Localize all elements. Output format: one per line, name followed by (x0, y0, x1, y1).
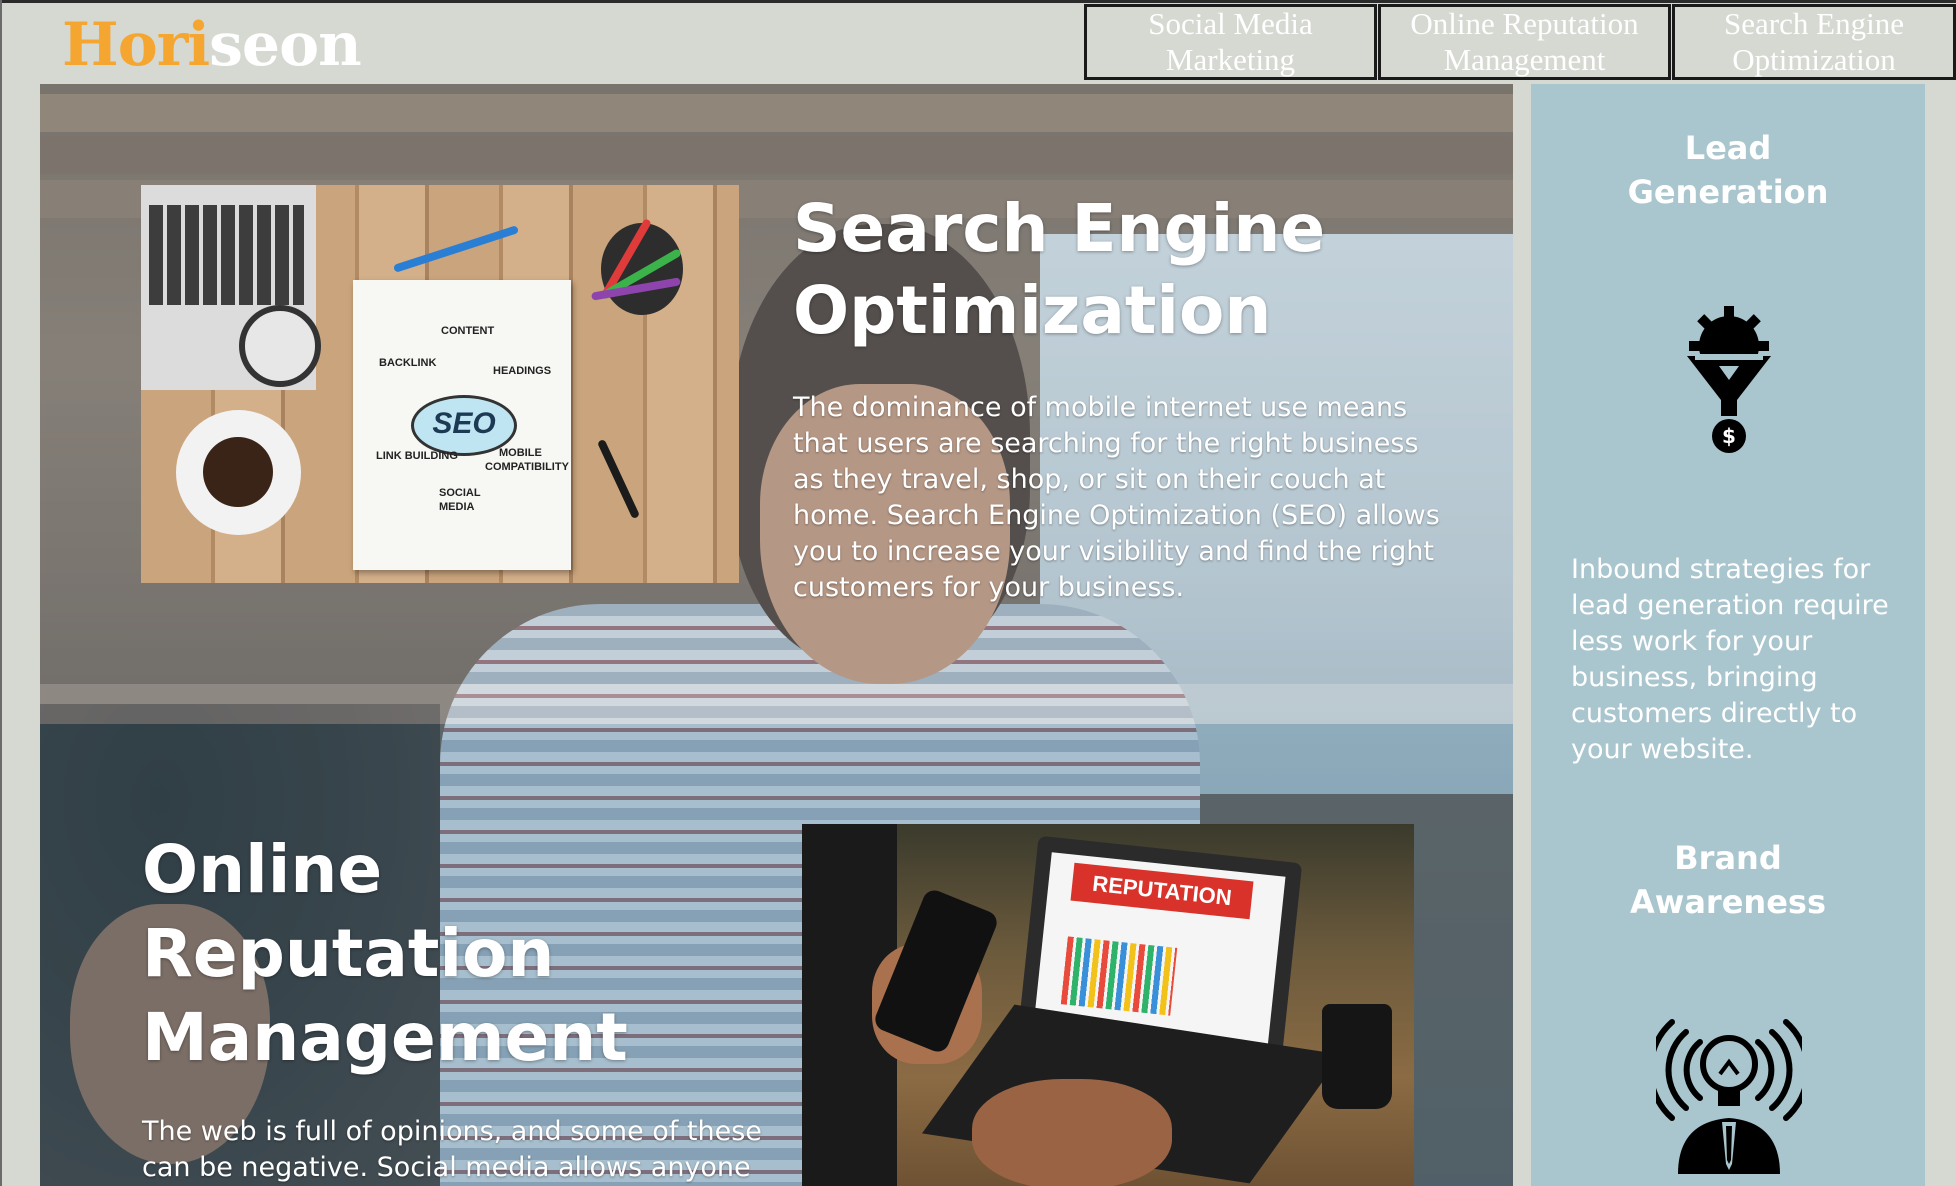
window-left-border (0, 0, 2, 1186)
seo-heading: Search Engine Optimization (793, 188, 1325, 352)
lead-generation-title: Lead Generation (1531, 126, 1925, 214)
text-line: less work for your (1571, 626, 1813, 657)
keyboard-illustration (149, 205, 304, 305)
seo-word: MEDIA (439, 501, 475, 513)
reputation-image: REPUTATION (802, 824, 1414, 1186)
paragraph-line: can be negative. Social media allows any… (142, 1152, 751, 1183)
svg-text:$: $ (1722, 424, 1736, 448)
seo-word: HEADINGS (493, 365, 552, 377)
text-line: your website. (1571, 734, 1754, 765)
bar-chart-illustration (1060, 936, 1178, 1016)
pen-illustration (392, 225, 520, 273)
text-line: Inbound strategies for (1571, 554, 1871, 585)
seo-word: BACKLINK (379, 357, 437, 369)
cup-illustration (1322, 1004, 1392, 1109)
window-top-border (0, 0, 1956, 3)
lead-generation-text: Inbound strategies for lead generation r… (1571, 552, 1901, 768)
logo-part-orange: Hori (62, 10, 210, 80)
seo-word: CONTENT (441, 325, 495, 337)
paragraph-line: The dominance of mobile internet use mea… (793, 392, 1408, 423)
title-line: Generation (1627, 173, 1829, 211)
orm-heading: Online Reputation Management (142, 828, 628, 1080)
text-line: lead generation require (1571, 590, 1889, 621)
orm-heading-line: Online (142, 831, 383, 908)
paragraph-line: that users are searching for the right b… (793, 428, 1419, 459)
text-line: business, bringing (1571, 662, 1818, 693)
seo-word: COMPATIBILITY (485, 461, 569, 473)
seo-heading-line: Search Engine (793, 190, 1326, 267)
logo-part-white: seon (209, 10, 362, 80)
nav-online-reputation-management[interactable]: Online Reputation Management (1378, 4, 1671, 80)
title-line: Awareness (1630, 883, 1826, 921)
nav-social-media-marketing[interactable]: Social Media Marketing (1084, 4, 1377, 80)
nav-label-line: Online Reputation (1410, 6, 1639, 41)
hand-illustration (972, 1079, 1172, 1186)
nav-label-line: Management (1443, 42, 1606, 77)
paragraph-line: home. Search Engine Optimization (SEO) a… (793, 500, 1440, 531)
paragraph-line: The web is full of opinions, and some of… (142, 1116, 762, 1147)
brand-awareness-icon (1647, 1014, 1811, 1174)
nav-search-engine-optimization[interactable]: Search Engine Optimization (1672, 4, 1956, 80)
nav-label-line: Optimization (1732, 42, 1896, 77)
overlay-band (40, 684, 1513, 724)
nav-label-line: Social Media (1148, 6, 1313, 41)
brand-awareness-title: Brand Awareness (1531, 836, 1925, 924)
lead-generation-icon: $ (1681, 304, 1777, 454)
paragraph-line: customers for your business. (793, 572, 1185, 603)
coffee-illustration (203, 437, 273, 507)
pen-illustration (596, 438, 641, 520)
paragraph-line: you to increase your visibility and find… (793, 536, 1434, 567)
orm-heading-line: Reputation (142, 915, 555, 992)
seo-word: MOBILE (499, 447, 542, 459)
text-line: customers directly to (1571, 698, 1858, 729)
seo-word: LINK BUILDING (376, 450, 458, 462)
orm-heading-line: Management (142, 999, 628, 1076)
seo-heading-line: Optimization (793, 272, 1272, 349)
site-logo[interactable]: Horiseon (62, 6, 362, 84)
seo-word: SOCIAL (439, 487, 481, 499)
magnifier-illustration (239, 305, 321, 387)
page-right-margin (1925, 84, 1956, 1186)
title-line: Lead (1684, 129, 1772, 167)
benefits-sidebar: Lead Generation $ Inbound strategies for… (1531, 84, 1925, 1186)
nav-label-line: Search Engine (1724, 6, 1904, 41)
nav-label-line: Marketing (1165, 42, 1296, 77)
paragraph-line: as they travel, shop, or sit on their co… (793, 464, 1386, 495)
title-line: Brand (1674, 839, 1782, 877)
seo-image: CONTENT BACKLINK HEADINGS SEO LINK BUILD… (141, 185, 739, 583)
seo-paragraph: The dominance of mobile internet use mea… (793, 390, 1443, 606)
orm-paragraph: The web is full of opinions, and some of… (142, 1114, 782, 1186)
